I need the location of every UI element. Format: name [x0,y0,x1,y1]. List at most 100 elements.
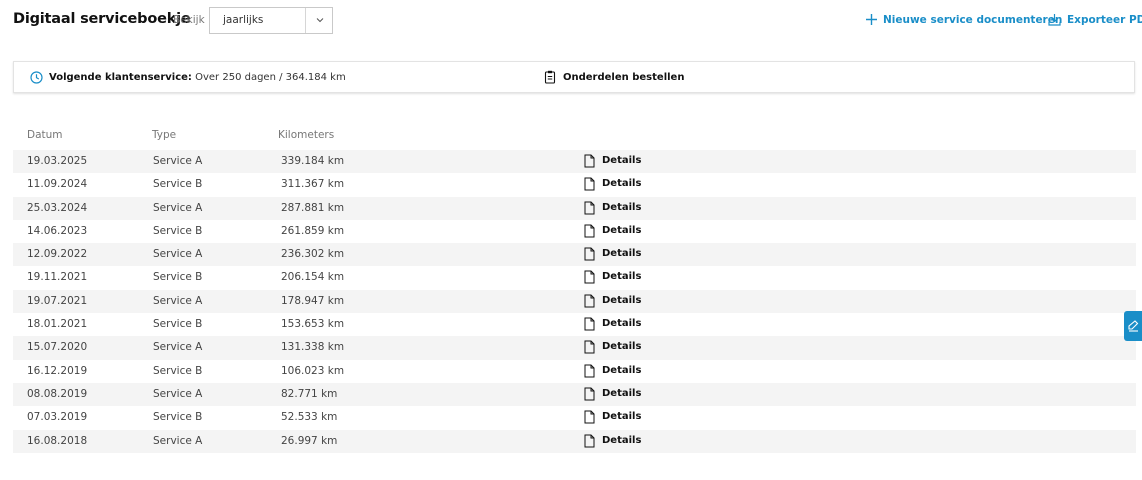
cell-date: 16.12.2019 [27,364,88,377]
cell-kilometers: 153.653 km [281,318,345,331]
export-pdf-label: Exporteer PDF [1067,14,1142,26]
view-select-value: jaarlijks [223,14,264,26]
details-label: Details [602,318,642,330]
service-history-table: Datum Type Kilometers 19.03.2025 Service … [13,126,1136,453]
table-row: 19.11.2021 Service B 206.154 km Details [13,266,1136,289]
cell-date: 19.11.2021 [27,271,88,284]
cell-kilometers: 311.367 km [281,178,345,191]
details-link[interactable]: Details [584,223,654,240]
details-label: Details [602,271,642,283]
page-header: Digitaal serviceboekje Bekijk jaarlijks … [13,7,1142,34]
document-icon [584,247,595,261]
details-link[interactable]: Details [584,200,654,217]
table-row: 07.03.2019 Service B 52.533 km Details [13,406,1136,429]
details-label: Details [602,201,642,213]
next-service-bar: Volgende klantenservice: Over 250 dagen … [13,61,1135,93]
column-header-kilometers: Kilometers [278,129,335,141]
cell-kilometers: 131.338 km [281,341,345,354]
cell-date: 25.03.2024 [27,201,88,214]
table-row: 12.09.2022 Service A 236.302 km Details [13,243,1136,267]
cell-kilometers: 206.154 km [281,271,345,284]
cell-date: 19.03.2025 [27,155,88,167]
details-link[interactable]: Details [584,246,654,263]
cell-date: 18.01.2021 [27,318,88,331]
document-icon [584,270,595,284]
cell-date: 14.06.2023 [27,224,88,237]
next-service-info: Volgende klantenservice: Over 250 dagen … [49,72,346,83]
table-row: 08.08.2019 Service A 82.771 km Details [13,382,1136,407]
details-link[interactable]: Details [584,316,654,333]
table-row: 19.03.2025 Service A 339.184 km Details [13,150,1136,174]
document-icon [584,387,595,401]
details-label: Details [602,387,642,399]
export-pdf-button[interactable]: Exporteer PDF [1048,14,1142,28]
document-icon [584,201,595,215]
clipboard-icon [544,70,556,84]
document-icon [584,224,595,238]
details-link[interactable]: Details [584,269,654,286]
page-title: Digitaal serviceboekje [13,11,191,27]
cell-type: Service B [153,411,203,424]
details-label: Details [602,155,642,166]
feedback-tab[interactable] [1124,311,1142,341]
details-link[interactable]: Details [584,363,654,380]
new-service-button[interactable]: Nieuwe service documenteren [865,14,1062,28]
cell-date: 19.07.2021 [27,294,88,307]
cell-date: 15.07.2020 [27,341,88,354]
cell-type: Service B [153,178,203,191]
select-divider [305,8,306,33]
cell-type: Service A [153,201,203,214]
cell-kilometers: 261.859 km [281,224,345,237]
cell-kilometers: 178.947 km [281,294,345,307]
next-service-value: Over 250 dagen / 364.184 km [195,72,346,83]
table-row: 14.06.2023 Service B 261.859 km Details [13,220,1136,243]
table-row: 25.03.2024 Service A 287.881 km Details [13,196,1136,220]
cell-type: Service A [153,294,203,307]
details-link[interactable]: Details [584,409,654,426]
order-parts-button[interactable]: Onderdelen bestellen [544,70,684,86]
cell-type: Service A [153,155,203,167]
table-row: 11.09.2024 Service B 311.367 km Details [13,173,1136,196]
cell-type: Service B [153,364,203,377]
table-row: 16.08.2018 Service A 26.997 km Details [13,429,1136,453]
cell-date: 07.03.2019 [27,411,88,424]
table-header: Datum Type Kilometers [13,126,1136,150]
order-parts-label: Onderdelen bestellen [563,72,685,83]
document-icon [584,177,595,191]
cell-date: 16.08.2018 [27,434,88,447]
chevron-down-icon[interactable] [315,15,325,25]
plus-icon [866,14,877,25]
details-link[interactable]: Details [584,339,654,356]
details-label: Details [602,294,642,306]
details-link[interactable]: Details [584,293,654,310]
table-body: 19.03.2025 Service A 339.184 km Details 11.0… [13,150,1136,453]
document-icon [584,154,595,168]
new-service-label: Nieuwe service documenteren [883,14,1063,26]
table-row: 19.07.2021 Service A 178.947 km Details [13,289,1136,314]
cell-type: Service A [153,387,203,400]
details-label: Details [602,224,642,236]
cell-kilometers: 52.533 km [281,411,338,424]
details-label: Details [602,248,642,260]
table-row: 18.01.2021 Service B 153.653 km Details [13,313,1136,336]
cell-type: Service B [153,224,203,237]
clock-icon [30,71,43,84]
column-header-type: Type [152,129,177,141]
cell-kilometers: 236.302 km [281,248,345,261]
cell-type: Service A [153,341,203,354]
details-link[interactable]: Details [584,386,654,403]
cell-kilometers: 287.881 km [281,201,345,214]
cell-type: Service B [153,271,203,284]
details-link[interactable]: Details [584,153,654,170]
cell-kilometers: 339.184 km [281,155,345,167]
document-icon [584,294,595,308]
view-label: Bekijk [173,14,205,26]
details-link[interactable]: Details [584,176,654,193]
feedback-icon [1128,320,1139,332]
document-icon [584,410,595,424]
details-link[interactable]: Details [584,433,654,450]
details-label: Details [602,364,642,376]
view-select[interactable]: jaarlijks [209,7,333,34]
cell-kilometers: 106.023 km [281,364,345,377]
document-icon [584,317,595,331]
